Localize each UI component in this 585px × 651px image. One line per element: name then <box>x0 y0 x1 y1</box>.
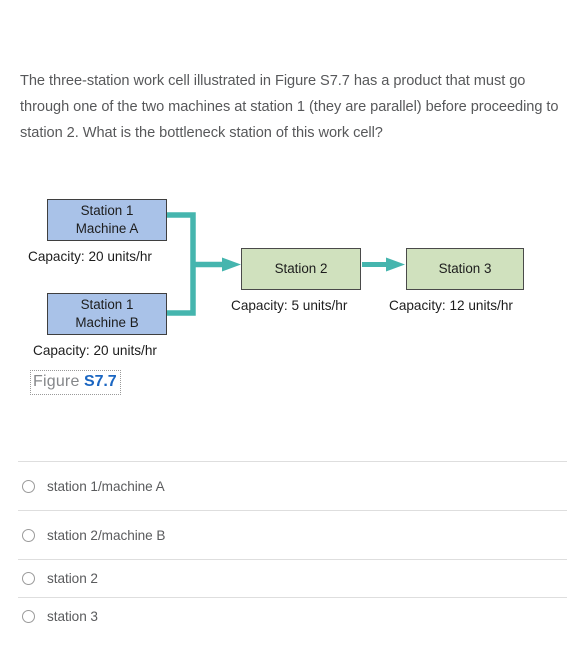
figure-caption: Figure S7.7 <box>30 370 121 395</box>
option-label-3: station 2 <box>47 571 98 586</box>
capacity-label-machine-a: Capacity: 20 units/hr <box>28 249 152 264</box>
node-line-1: Station 1 <box>80 297 134 312</box>
node-station1-machine-a: Station 1 Machine A <box>47 199 167 241</box>
capacity-label-station-2: Capacity: 5 units/hr <box>231 298 348 313</box>
option-label-1: station 1/machine A <box>47 478 165 494</box>
option-row-3[interactable]: station 2 <box>18 559 567 597</box>
figure-caption-number: S7.7 <box>84 373 117 390</box>
radio-icon-option-2[interactable] <box>22 528 35 542</box>
option-label-4: station 3 <box>47 609 98 624</box>
node-station-2: Station 2 <box>241 248 361 290</box>
capacity-label-station-3: Capacity: 12 units/hr <box>389 298 513 313</box>
node-line-1: Station 2 <box>274 261 328 276</box>
figure-caption-word: Figure <box>33 373 80 390</box>
option-row-1[interactable]: station 1/machine A <box>18 461 567 510</box>
answer-options-list: station 1/machine A station 2/machine B … <box>18 461 567 635</box>
option-row-2[interactable]: station 2/machine B <box>18 510 567 559</box>
radio-icon-option-3[interactable] <box>22 572 35 585</box>
option-row-4[interactable]: station 3 <box>18 597 567 635</box>
node-line-1: Station 3 <box>438 261 492 276</box>
node-station1-machine-b: Station 1 Machine B <box>47 293 167 335</box>
capacity-label-machine-b: Capacity: 20 units/hr <box>33 343 157 358</box>
question-stem: The three-station work cell illustrated … <box>20 73 559 141</box>
option-label-2: station 2/machine B <box>47 527 166 543</box>
radio-icon-option-4[interactable] <box>22 610 35 623</box>
node-line-2: Machine B <box>75 315 139 330</box>
node-station-3: Station 3 <box>406 248 524 290</box>
node-line-1: Station 1 <box>80 203 134 218</box>
radio-icon-option-1[interactable] <box>22 479 35 493</box>
node-line-2: Machine A <box>75 221 139 236</box>
